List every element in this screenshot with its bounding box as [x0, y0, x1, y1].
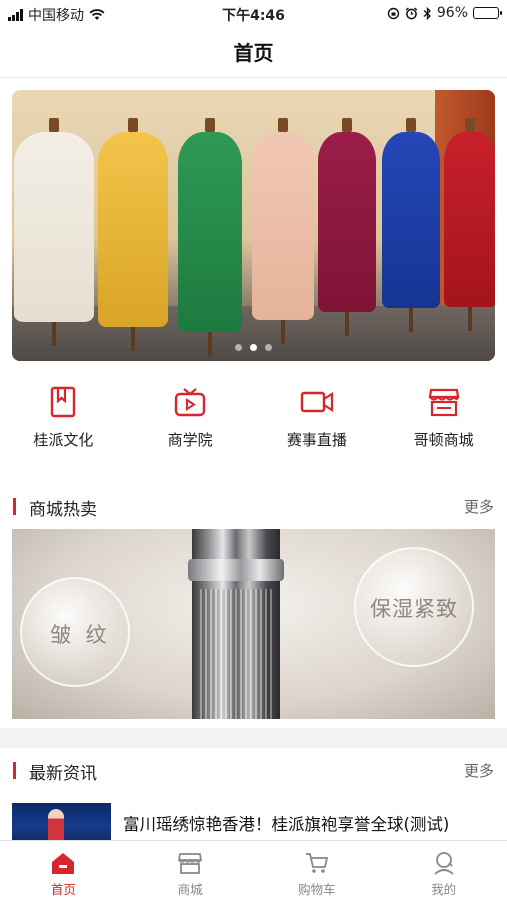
qipao-dress — [382, 118, 440, 332]
alarm-icon — [405, 6, 418, 19]
store-icon — [428, 388, 459, 417]
qipao-dress — [14, 118, 94, 346]
hot-sale-more-link[interactable]: 更多 — [464, 496, 494, 517]
nav-bar: 首页 — [0, 28, 507, 78]
qipao-dress — [252, 118, 314, 344]
quick-nav-culture[interactable]: 桂派文化 — [0, 377, 127, 457]
banner-carousel[interactable] — [12, 90, 495, 361]
tab-cart[interactable]: 购物车 — [254, 841, 381, 900]
quick-nav-label: 赛事直播 — [286, 431, 347, 449]
tab-label: 购物车 — [298, 882, 336, 897]
hot-sale-product-banner[interactable]: 皱 纹 保湿紧致 — [12, 529, 495, 719]
quick-nav-mall[interactable]: 哥顿商城 — [380, 377, 507, 457]
battery-percent: 96% — [436, 5, 468, 21]
video-camera-icon — [300, 391, 333, 413]
quick-nav-label: 哥顿商城 — [413, 431, 474, 449]
cart-icon — [305, 853, 328, 873]
carousel-dot[interactable] — [250, 344, 257, 351]
product-tube-ring — [188, 559, 284, 581]
news-title: 富川瑶绣惊艳香港！桂派旗袍享誉全球(测试) — [123, 815, 450, 834]
user-icon — [434, 852, 454, 875]
thumbnail-figure — [48, 809, 64, 843]
hot-sale-section: 商城热卖 更多 皱 纹 保湿紧致 — [0, 484, 507, 728]
section-title: 最新资讯 — [29, 764, 97, 784]
shop-icon — [178, 853, 203, 874]
status-bar: 中国移动 下午4:46 96% — [0, 0, 507, 28]
quick-nav-label: 桂派文化 — [33, 431, 94, 449]
news-section: 最新资讯 更多 富川瑶绣惊艳香港！桂派旗袍享誉全球(测试) — [0, 748, 507, 843]
rotation-lock-icon — [387, 7, 400, 19]
status-right: 96% — [387, 5, 502, 21]
tab-label: 商城 — [177, 882, 203, 897]
tab-home[interactable]: 首页 — [0, 841, 127, 900]
section-accent-bar — [13, 762, 16, 779]
tab-shop[interactable]: 商城 — [127, 841, 254, 900]
news-item[interactable]: 富川瑶绣惊艳香港！桂派旗袍享誉全球(测试) — [0, 803, 507, 843]
tab-me[interactable]: 我的 — [380, 841, 507, 900]
product-text-right: 保湿紧致 — [370, 597, 458, 621]
quick-nav-academy[interactable]: 商学院 — [127, 377, 254, 457]
banner-section: 桂派文化 商学院 赛事直播 哥顿商城 — [0, 78, 507, 484]
bluetooth-icon — [423, 6, 431, 20]
carousel-indicator — [12, 344, 495, 351]
book-icon — [51, 386, 76, 418]
qipao-dress — [444, 118, 495, 331]
news-thumbnail — [12, 803, 111, 843]
section-accent-bar — [13, 498, 16, 515]
quick-nav: 桂派文化 商学院 赛事直播 哥顿商城 — [0, 377, 507, 457]
tab-label: 我的 — [431, 882, 457, 897]
product-text-left: 皱 纹 — [50, 623, 111, 647]
product-tube-texture — [200, 589, 272, 719]
section-header: 商城热卖 更多 — [0, 484, 507, 529]
tv-icon — [174, 388, 206, 417]
tab-bar: 首页 商城 购物车 我的 — [0, 840, 507, 900]
qipao-dress — [98, 118, 168, 351]
section-title: 商城热卖 — [29, 500, 97, 520]
battery-icon — [473, 7, 502, 19]
qipao-dress — [178, 118, 242, 356]
qipao-dress — [318, 118, 376, 336]
home-icon — [52, 853, 75, 874]
section-header: 最新资讯 更多 — [0, 748, 507, 793]
news-more-link[interactable]: 更多 — [464, 760, 494, 781]
quick-nav-label: 商学院 — [167, 431, 213, 449]
carousel-dot[interactable] — [235, 344, 242, 351]
page-title: 首页 — [233, 41, 274, 65]
carousel-dot[interactable] — [265, 344, 272, 351]
tab-label: 首页 — [50, 882, 76, 897]
quick-nav-live[interactable]: 赛事直播 — [254, 377, 381, 457]
